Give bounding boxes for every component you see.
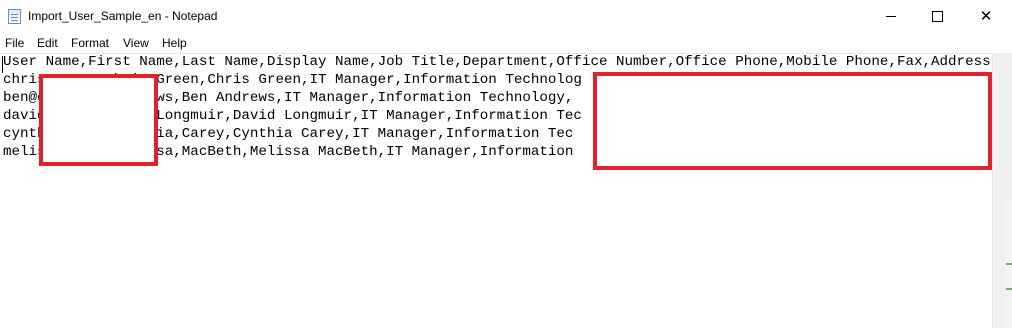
menu-bar: File Edit Format View Help <box>0 33 1012 53</box>
redaction-box-left <box>39 74 158 166</box>
background-marker <box>1006 288 1012 290</box>
redaction-box-right <box>593 72 992 170</box>
window-title: Import_User_Sample_en - Notepad <box>28 9 218 23</box>
menu-edit[interactable]: Edit <box>37 36 58 50</box>
menu-file[interactable]: File <box>5 36 24 50</box>
menu-view[interactable]: View <box>123 36 149 50</box>
notepad-icon <box>8 9 21 24</box>
close-icon: ✕ <box>979 8 993 25</box>
text-line-header: User Name,First Name,Last Name,Display N… <box>3 54 992 70</box>
minimize-icon <box>886 15 896 17</box>
close-button[interactable]: ✕ <box>960 0 1012 32</box>
title-bar: Import_User_Sample_en - Notepad ✕ <box>0 0 1012 33</box>
maximize-icon <box>931 10 943 22</box>
background-marker <box>1006 263 1012 265</box>
menu-format[interactable]: Format <box>71 36 109 50</box>
maximize-button[interactable] <box>914 0 960 32</box>
minimize-button[interactable] <box>868 0 914 32</box>
menu-help[interactable]: Help <box>162 36 187 50</box>
